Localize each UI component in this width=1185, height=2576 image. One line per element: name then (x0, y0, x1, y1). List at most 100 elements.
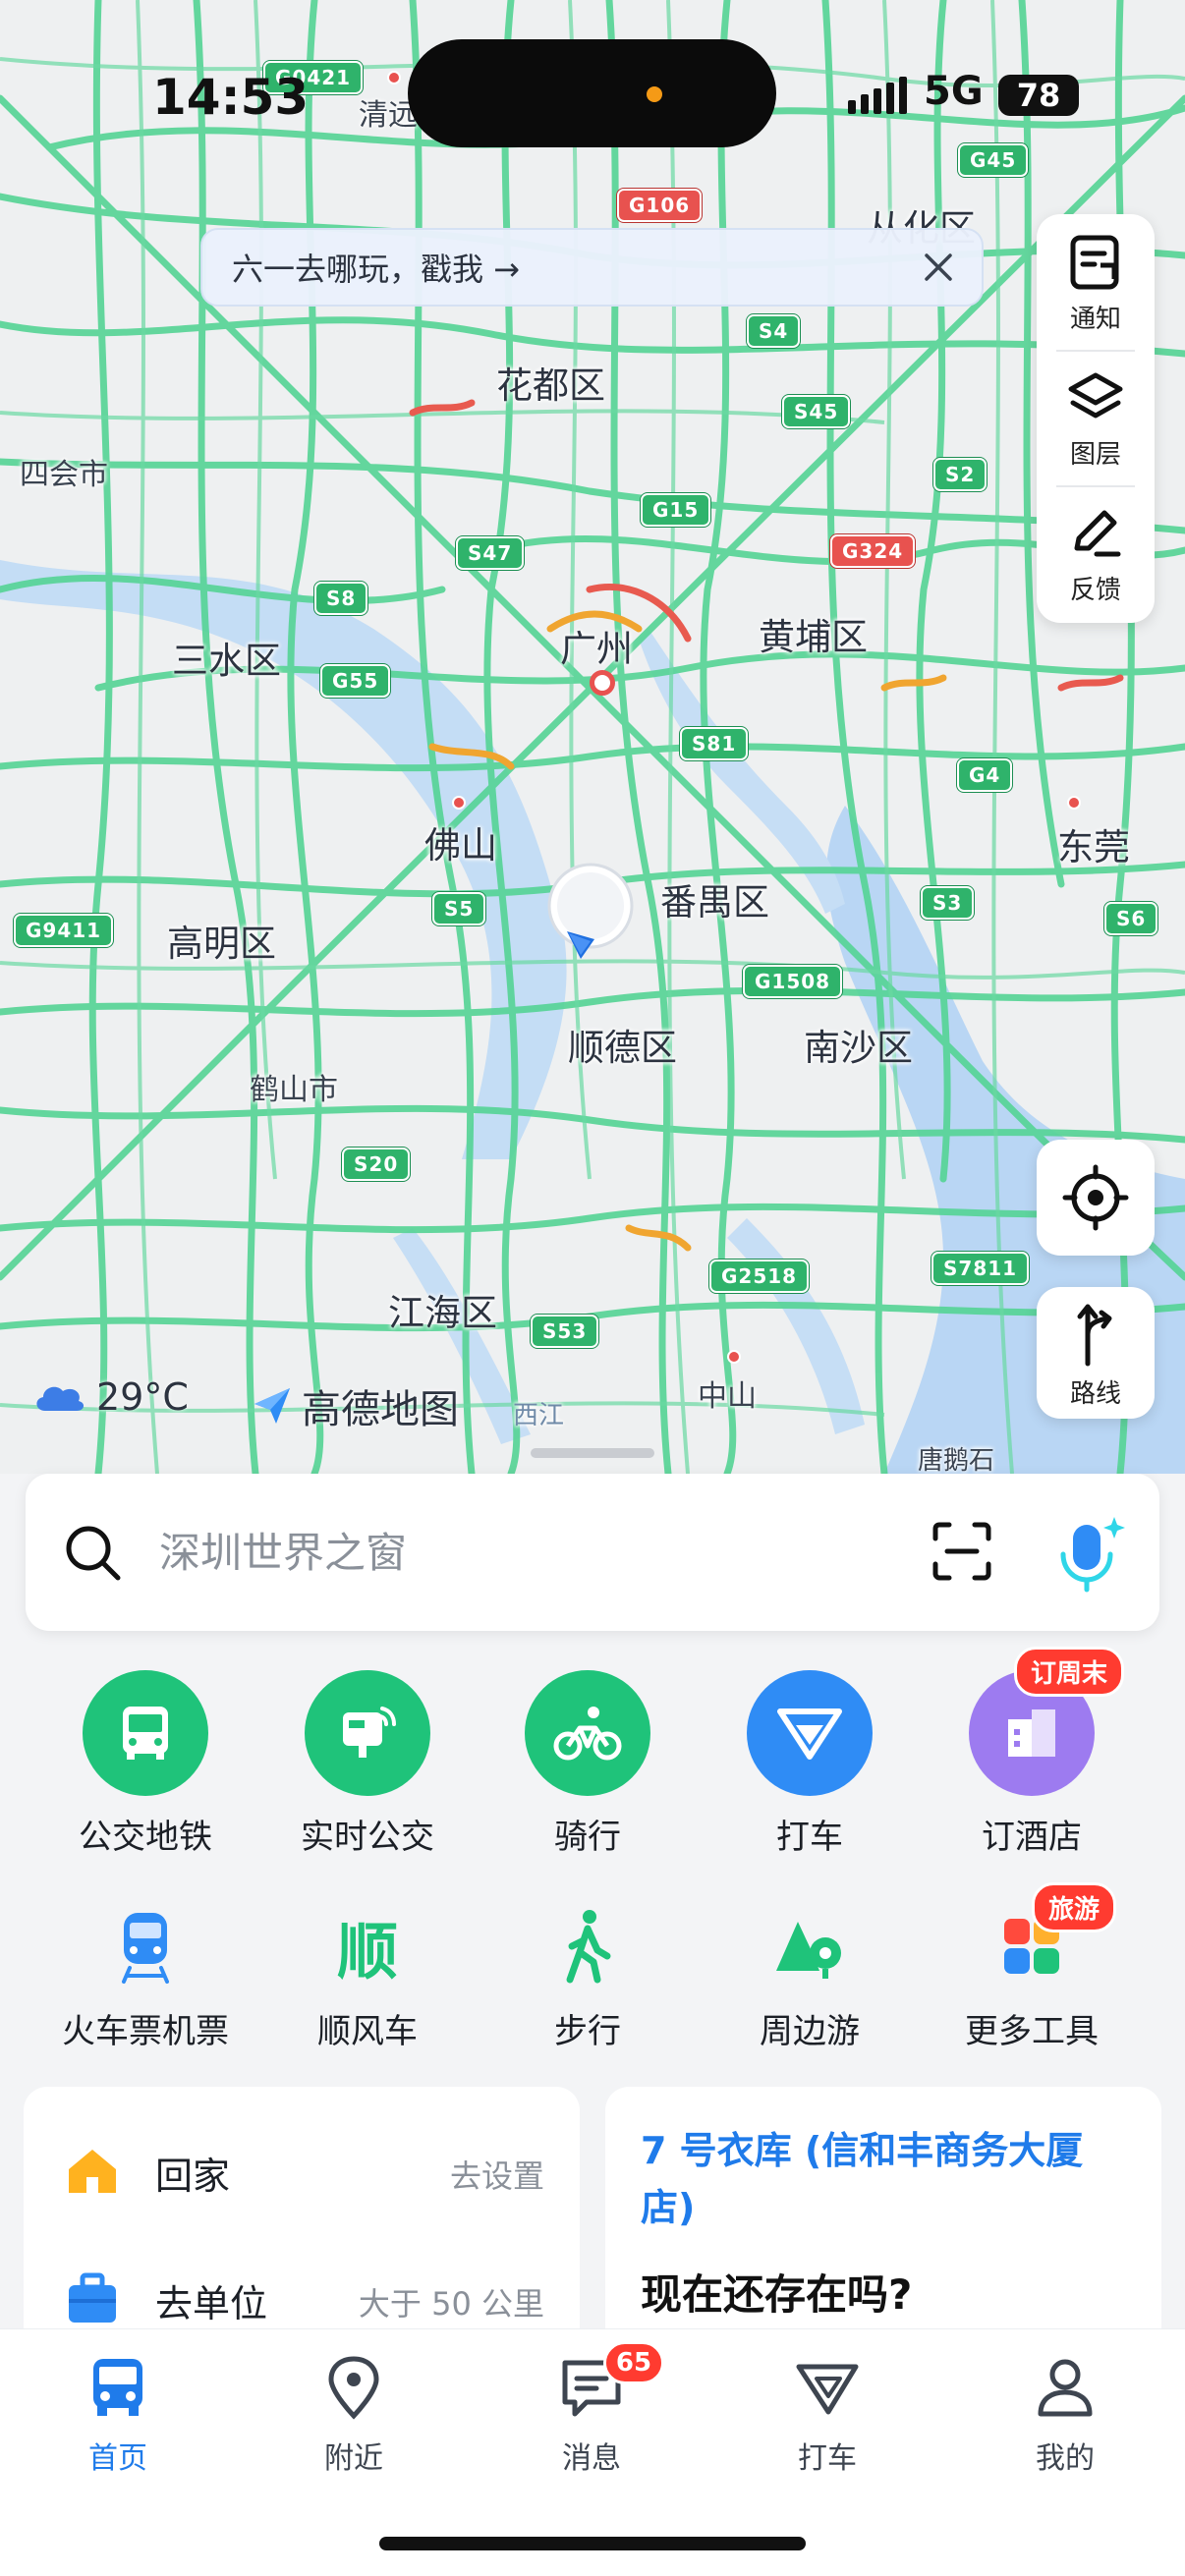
cloud-icon (36, 1386, 85, 1411)
amap-logo-icon (254, 1388, 290, 1424)
tab-profile[interactable]: 我的 (967, 2353, 1163, 2477)
edit-pen-icon (1074, 510, 1121, 557)
dynamic-island (408, 39, 776, 147)
briefcase-icon (69, 2272, 116, 2323)
city-marker (387, 71, 401, 84)
home-indicator[interactable] (379, 2537, 806, 2550)
tab-nearby[interactable]: 附近 (255, 2353, 452, 2477)
feedback-button[interactable]: 反馈 (1037, 485, 1155, 619)
quick-action-realtime-bus[interactable]: 实时公交 (259, 1670, 476, 1858)
road-shield: S3 (921, 886, 975, 920)
map-label: 四会市 (20, 458, 108, 492)
city-marker (590, 670, 615, 696)
map-label: 番禺区 (660, 881, 769, 924)
recording-dot-icon (647, 86, 662, 102)
quick-action-carpool[interactable]: 顺 顺风车 (259, 1902, 476, 2052)
route-fork-icon (1077, 1304, 1112, 1367)
crosshair-icon (1062, 1164, 1129, 1231)
close-icon[interactable] (919, 248, 958, 287)
carpool-icon: 顺 (336, 1916, 398, 1988)
map-label: 西江 (513, 1401, 565, 1430)
nearby-trip-icon (702, 1902, 918, 1990)
network-type: 5G (924, 69, 984, 114)
quick-action-walk[interactable]: 步行 (480, 1902, 696, 2052)
tab-label: 我的 (1036, 2441, 1095, 2476)
road-shield: G106 (617, 189, 703, 222)
poi-question: 现在还存在吗? (641, 2270, 913, 2319)
quick-action-label: 实时公交 (301, 1818, 434, 1857)
layers-button[interactable]: 图层 (1037, 350, 1155, 483)
map-tools-panel: 通知 图层 反馈 (1037, 214, 1155, 623)
map-label: 鹤山市 (250, 1073, 338, 1107)
status-time: 14:53 (152, 69, 310, 126)
road-shield: G45 (958, 143, 1029, 177)
road-shield: G324 (830, 534, 916, 568)
map-label: 黄埔区 (759, 616, 868, 658)
road-shield: G55 (320, 664, 391, 698)
map-label: 佛山 (424, 824, 497, 867)
locate-me-button[interactable] (1037, 1140, 1155, 1256)
sheet-drag-handle[interactable] (531, 1448, 654, 1458)
home-label: 回家 (155, 2155, 231, 2198)
road-shield: G1508 (743, 965, 843, 998)
search-bar[interactable] (26, 1474, 1159, 1631)
quick-action-label: 更多工具 (965, 2012, 1099, 2051)
road-shield: S53 (531, 1315, 599, 1348)
map-label: 花都区 (496, 364, 605, 407)
notify-label: 通知 (1069, 305, 1121, 334)
voice-mic-icon[interactable] (1047, 1511, 1132, 1596)
current-location-marker[interactable] (545, 861, 634, 969)
quick-action-cycling[interactable]: 骑行 (480, 1670, 696, 1858)
promo-notice-text: 六一去哪玩，戳我 → (232, 251, 520, 288)
quick-action-label: 步行 (554, 2012, 621, 2051)
route-label: 路线 (1069, 1379, 1121, 1409)
search-input[interactable] (159, 1521, 847, 1584)
taxi-icon (747, 1670, 873, 1796)
tab-label: 消息 (562, 2441, 621, 2476)
map-label: 广州 (560, 628, 633, 670)
tab-label: 打车 (798, 2441, 857, 2476)
tab-home[interactable]: 首页 (20, 2353, 216, 2477)
road-shield: G9411 (14, 914, 114, 947)
road-shield: S7811 (931, 1252, 1030, 1285)
work-label: 去单位 (155, 2282, 268, 2325)
promo-tag: 旅游 (1032, 1882, 1117, 1932)
road-shield: S6 (1104, 902, 1158, 935)
quick-action-label: 打车 (776, 1818, 843, 1857)
home-shortcut[interactable]: 回家 去设置 (24, 2122, 580, 2220)
map-label: 中山 (698, 1379, 757, 1414)
train-icon (37, 1902, 254, 1990)
tab-label: 附近 (324, 2441, 383, 2476)
weather-widget[interactable]: 29°C (31, 1375, 189, 1419)
feedback-label: 反馈 (1069, 576, 1121, 605)
quick-action-label: 周边游 (760, 2012, 860, 2051)
notify-button[interactable]: 通知 (1037, 214, 1155, 348)
map-label: 东莞 (1057, 826, 1130, 868)
home-icon (69, 2150, 116, 2193)
search-icon (66, 1526, 121, 1581)
signal-icon (848, 75, 907, 114)
poi-name[interactable]: 7 号衣库 (信和丰商务大厦店) (641, 2122, 1132, 2236)
bus-icon (83, 1670, 208, 1796)
quick-action-more-tools[interactable]: 更多工具 旅游 (924, 1882, 1140, 2052)
route-button[interactable]: 路线 (1037, 1287, 1155, 1419)
quick-action-nearby-trip[interactable]: 周边游 (702, 1902, 918, 2052)
tab-taxi[interactable]: 打车 (729, 2353, 926, 2477)
quick-action-hotel[interactable]: 订酒店 订周末 (924, 1647, 1140, 1858)
road-shield: S4 (747, 314, 801, 348)
tab-messages[interactable]: 消息 65 (493, 2341, 690, 2477)
profile-icon (1038, 2359, 1093, 2417)
promo-notice[interactable]: 六一去哪玩，戳我 → (200, 228, 984, 307)
battery-indicator: 78 (998, 75, 1079, 116)
road-shield: S20 (342, 1148, 411, 1181)
bike-icon (525, 1670, 650, 1796)
amap-logo: 高德地图 (251, 1377, 459, 1434)
city-marker (452, 796, 466, 810)
road-shield: S5 (432, 892, 486, 925)
quick-action-taxi[interactable]: 打车 (702, 1670, 918, 1858)
quick-action-train-flight[interactable]: 火车票机票 (37, 1902, 254, 2052)
quick-action-transit[interactable]: 公交地铁 (37, 1670, 254, 1858)
message-count-badge: 65 (603, 2341, 664, 2384)
scan-icon[interactable] (930, 1519, 994, 1584)
map-view[interactable]: 清远 花都区 从化区 四会市 三水区 广州 黄埔区 佛山 番禺区 高明区 东莞 … (0, 0, 1185, 1474)
